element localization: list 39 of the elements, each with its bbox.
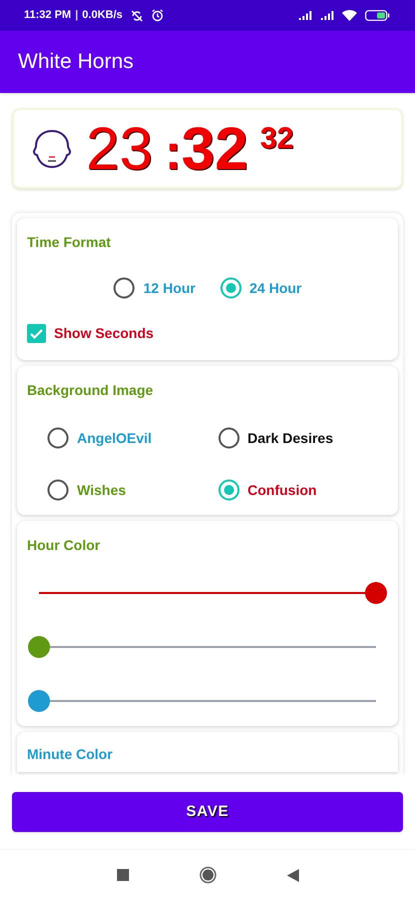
slider-thumb[interactable]: [28, 690, 50, 712]
recents-icon[interactable]: [116, 869, 128, 881]
sync-off-icon: [130, 10, 143, 22]
wifi-icon: [342, 10, 357, 21]
battery-icon: [365, 10, 391, 21]
save-button[interactable]: SAVE: [12, 792, 403, 832]
slider-thumb[interactable]: [28, 636, 50, 658]
radio-button[interactable]: [218, 427, 240, 449]
network-speed: 0.0KB/s: [82, 8, 123, 24]
show-seconds-checkbox[interactable]: Show Seconds: [27, 323, 154, 344]
status-time: 11:32 PM: [24, 8, 72, 24]
clock-seconds: 32: [260, 124, 294, 154]
radio-button[interactable]: [220, 277, 242, 299]
signal-icon: [298, 10, 312, 21]
radio-label[interactable]: 24 Hour: [250, 278, 302, 298]
radio-label[interactable]: Confusion: [248, 480, 317, 500]
radio-button[interactable]: [218, 479, 240, 501]
checkbox-icon: [27, 324, 46, 343]
back-icon[interactable]: [286, 868, 298, 882]
radio-label[interactable]: Wishes: [77, 480, 126, 500]
clock-separator: :: [164, 126, 182, 176]
section-title: Background Image: [27, 381, 154, 400]
clock-hours: 23: [86, 118, 153, 178]
section-title: Time Format: [27, 233, 112, 252]
alarm-icon: [150, 9, 164, 22]
radio-label[interactable]: 12 Hour: [143, 278, 196, 298]
slider-thumb[interactable]: [365, 582, 387, 604]
section-title: Minute Color: [27, 745, 114, 764]
clock-minutes: 32: [181, 118, 248, 178]
home-icon[interactable]: [198, 866, 216, 884]
app-title: White Horns: [18, 49, 134, 76]
section-title: Hour Color: [26, 536, 102, 555]
signal-icon: [320, 10, 334, 21]
status-divider: |: [75, 8, 78, 24]
radio-button[interactable]: [47, 427, 69, 449]
radio-button[interactable]: [113, 277, 136, 299]
radio-button[interactable]: [47, 479, 69, 501]
radio-label[interactable]: AngelOEvil: [77, 428, 152, 448]
radio-label[interactable]: Dark Desires: [248, 428, 334, 448]
